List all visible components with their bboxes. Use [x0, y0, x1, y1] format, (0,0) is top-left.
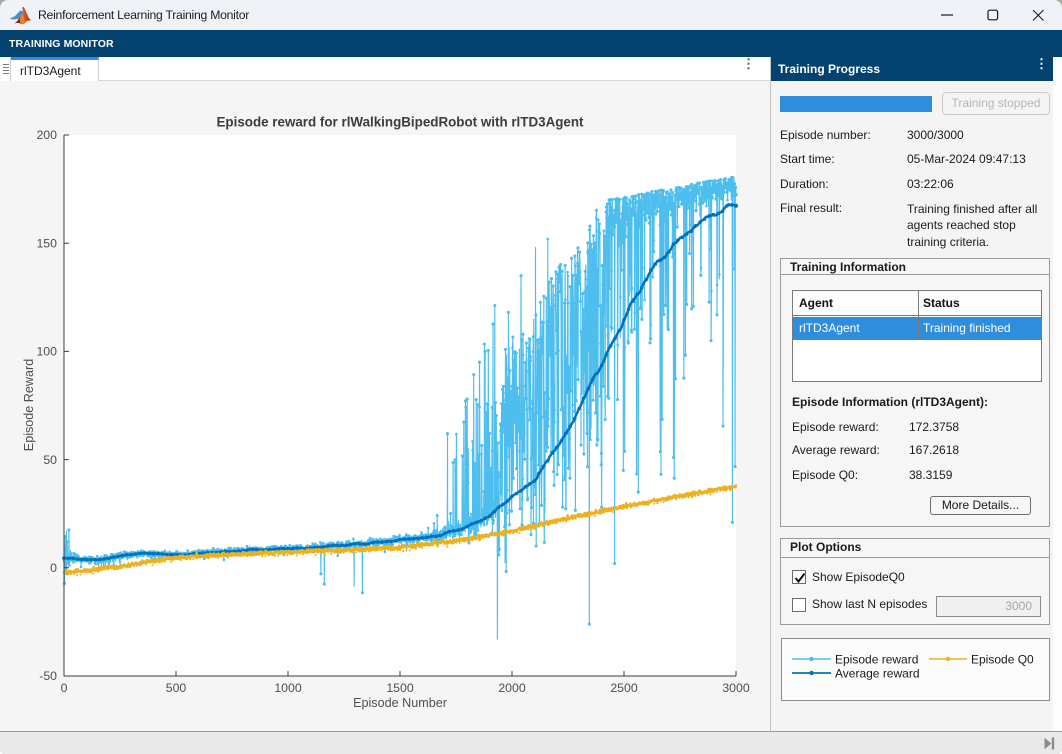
svg-text:2500: 2500	[610, 681, 638, 695]
svg-text:-50: -50	[39, 669, 57, 683]
svg-text:Average reward: Average reward	[835, 667, 920, 681]
svg-text:3000: 3000	[722, 681, 750, 695]
svg-text:0: 0	[61, 681, 68, 695]
svg-text:150: 150	[36, 236, 57, 250]
svg-text:50: 50	[43, 453, 57, 467]
svg-text:Episode Q0: Episode Q0	[971, 653, 1034, 667]
svg-text:100: 100	[36, 345, 57, 359]
svg-text:Episode reward for rlWalkingBi: Episode reward for rlWalkingBipedRobot w…	[216, 115, 584, 130]
svg-text:1500: 1500	[386, 681, 414, 695]
svg-text:Episode Number: Episode Number	[353, 696, 447, 710]
svg-text:Episode reward: Episode reward	[835, 653, 918, 667]
svg-text:Episode Reward: Episode Reward	[22, 359, 36, 451]
svg-text:500: 500	[166, 681, 187, 695]
svg-text:1000: 1000	[274, 681, 302, 695]
svg-text:200: 200	[36, 128, 57, 142]
svg-text:0: 0	[50, 561, 57, 575]
svg-text:2000: 2000	[498, 681, 526, 695]
